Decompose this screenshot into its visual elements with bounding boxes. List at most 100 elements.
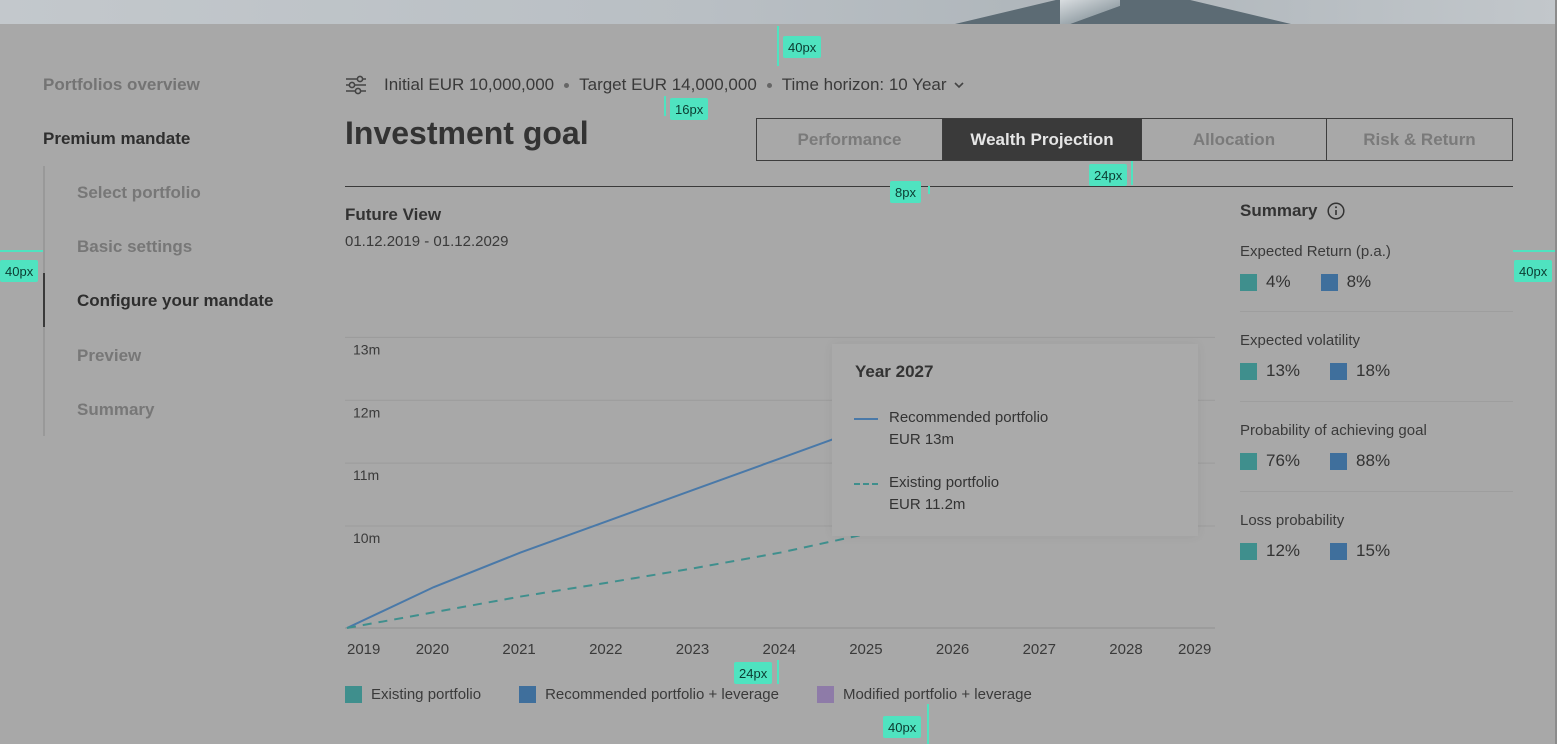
tooltip-series-value: EUR 13m: [889, 431, 955, 448]
metric-divider: [1240, 311, 1513, 312]
x-tick-label: 2022: [589, 641, 622, 658]
initial-amount: Initial EUR 10,000,000: [384, 75, 555, 94]
spacing-annotation: 24px: [734, 662, 773, 684]
mountain-snow-graphic: [1060, 0, 1120, 24]
legend-item-existing[interactable]: Existing portfolio: [345, 686, 481, 703]
spacing-guide-line: [0, 250, 43, 252]
tab-allocation[interactable]: Allocation: [1142, 119, 1327, 160]
sidebar-portfolios-overview-link[interactable]: Portfolios overview: [43, 75, 200, 95]
metric-probability-goal: Probability of achieving goal 76% 88%: [1240, 422, 1513, 471]
target-amount: Target EUR 14,000,000: [579, 75, 757, 94]
future-view-date-range: 01.12.2019 - 01.12.2029: [345, 233, 509, 250]
x-tick-label: 2025: [849, 641, 882, 658]
y-tick-label: 13m: [353, 341, 380, 357]
info-icon[interactable]: [1327, 202, 1346, 220]
tooltip-dashed-line-marker: [854, 483, 878, 485]
x-tick-label: 2019: [347, 641, 380, 658]
metric-label: Expected Return (p.a.): [1240, 243, 1391, 260]
spacing-annotation: 40px: [1514, 260, 1553, 282]
spacing-guide-line: [664, 96, 666, 116]
spacing-annotation: 40px: [883, 716, 922, 738]
chart-tooltip: Year 2027 Recommended portfolio EUR 13m …: [832, 344, 1198, 536]
x-tick-label: 2021: [502, 641, 535, 658]
tab-performance[interactable]: Performance: [757, 119, 943, 160]
legend-label: Modified portfolio + leverage: [842, 686, 1032, 703]
metric-value: 12%: [1266, 541, 1301, 560]
stepper-active-indicator: [43, 273, 45, 327]
metric-label: Loss probability: [1240, 512, 1345, 529]
x-tick-label: 2026: [936, 641, 969, 658]
x-tick-label: 2023: [676, 641, 709, 658]
legend-label: Existing portfolio: [371, 686, 482, 703]
metric-expected-return: Expected Return (p.a.) 4% 8%: [1240, 243, 1513, 292]
legend-swatch: [519, 686, 537, 703]
x-tick-label: 2029: [1178, 641, 1211, 658]
x-tick-label: 2028: [1109, 641, 1142, 658]
separator-dot: [766, 82, 772, 88]
future-view-title: Future View: [345, 205, 442, 224]
x-tick-label: 2020: [416, 641, 449, 658]
spacing-guide-line: [928, 186, 930, 194]
metric-divider: [1240, 401, 1513, 402]
tooltip-solid-line-marker: [854, 418, 878, 420]
sidebar-step-summary[interactable]: Summary: [77, 400, 154, 420]
y-tick-label: 10m: [353, 530, 380, 546]
view-tabs: Performance Wealth Projection Allocation…: [756, 118, 1513, 161]
legend-label: Recommended portfolio + leverage: [545, 686, 779, 703]
legend-swatch: [816, 686, 834, 703]
tooltip-series-name: Existing portfolio: [889, 474, 1000, 491]
spacing-annotation: 40px: [0, 260, 39, 282]
metric-swatch: [1330, 452, 1348, 470]
sidebar-step-basic-settings[interactable]: Basic settings: [77, 237, 192, 257]
metric-swatch: [1320, 273, 1338, 291]
time-horizon-value: Time horizon: 10 Year: [781, 75, 947, 94]
metric-swatch: [1330, 362, 1348, 380]
metric-value: 18%: [1356, 361, 1391, 380]
metric-swatch: [1240, 273, 1257, 291]
tooltip-title: Year 2027: [855, 362, 934, 381]
tab-risk-return[interactable]: Risk & Return: [1327, 119, 1512, 160]
spacing-guide-line: [927, 704, 929, 744]
metric-divider: [1240, 491, 1513, 492]
spacing-annotation: 40px: [783, 36, 822, 58]
filter-sliders-icon[interactable]: [345, 75, 367, 95]
summary-title-text: Summary: [1240, 201, 1318, 220]
spacing-guide-line: [777, 26, 779, 66]
metric-value: 4%: [1266, 272, 1291, 291]
legend-item-modified-leverage[interactable]: Modified portfolio + leverage: [816, 686, 1032, 703]
metric-expected-volatility: Expected volatility 13% 18%: [1240, 332, 1513, 381]
metric-swatch: [1330, 542, 1348, 560]
legend-swatch: [345, 686, 362, 703]
legend-item-recommended-leverage[interactable]: Recommended portfolio + leverage: [519, 686, 779, 703]
metric-swatch: [1240, 362, 1257, 380]
tab-wealth-projection[interactable]: Wealth Projection: [943, 119, 1142, 160]
metric-label: Expected volatility: [1240, 332, 1361, 349]
tooltip-series-value: EUR 11.2m: [889, 496, 966, 513]
goal-filter-bar: Initial EUR 10,000,000 Target EUR 14,000…: [345, 74, 965, 96]
spacing-annotation: 8px: [890, 181, 921, 203]
time-horizon-dropdown[interactable]: Time horizon: 10 Year: [782, 75, 965, 95]
metric-value: 15%: [1356, 541, 1391, 560]
spacing-guide-line: [1131, 161, 1133, 185]
metric-label: Probability of achieving goal: [1240, 422, 1427, 439]
sidebar-step-configure-mandate[interactable]: Configure your mandate: [77, 291, 273, 311]
hero-image: [0, 0, 1557, 24]
spacing-annotation: 16px: [670, 98, 709, 120]
x-tick-label: 2024: [763, 641, 796, 658]
y-tick-label: 12m: [353, 404, 380, 420]
sidebar-step-select-portfolio[interactable]: Select portfolio: [77, 183, 201, 203]
metric-value: 76%: [1266, 451, 1301, 470]
chevron-down-icon: [953, 82, 964, 89]
spacing-guide-line: [1513, 250, 1555, 252]
metric-swatch: [1240, 542, 1257, 560]
y-tick-label: 11m: [353, 467, 379, 483]
metric-swatch: [1240, 452, 1257, 470]
metric-value: 88%: [1356, 451, 1391, 470]
spacing-annotation: 24px: [1089, 164, 1128, 186]
mountain-graphic: [955, 0, 1291, 24]
separator-dot: [564, 82, 570, 88]
sidebar-step-preview[interactable]: Preview: [77, 346, 141, 366]
summary-title: Summary: [1240, 201, 1346, 221]
tooltip-series-name: Recommended portfolio: [889, 409, 1049, 426]
sidebar-mandate-title: Premium mandate: [43, 129, 191, 148]
